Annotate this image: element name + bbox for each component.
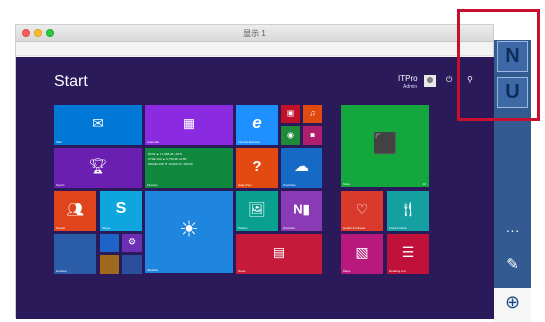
tile-games[interactable]: ◉ bbox=[281, 126, 300, 145]
tile-label: Desktop bbox=[56, 269, 68, 273]
user-name[interactable]: ITPro bbox=[398, 74, 418, 83]
tile-label: Help+Tips bbox=[238, 183, 252, 187]
photo-icon: 🖼︎ bbox=[248, 200, 266, 217]
tile-food[interactable]: 🍴︎ Food & Drink bbox=[387, 191, 429, 231]
tile-calendar[interactable]: ▦ Calendar bbox=[145, 105, 233, 145]
tile-video[interactable]: ▣ bbox=[281, 105, 300, 123]
tile-music[interactable]: ♫ bbox=[303, 105, 322, 123]
screen: 显示 1 Start ITPro Admin ⏻ ⚲ ✉ Mail ▦ Cale… bbox=[0, 0, 545, 322]
finance-line: NIKKEI 225 ▼ 16,060.72 -156.09 bbox=[148, 162, 193, 166]
vm-window: 显示 1 Start ITPro Admin ⏻ ⚲ ✉ Mail ▦ Cale… bbox=[15, 24, 495, 319]
camera-icon: ■ bbox=[310, 130, 315, 140]
tile-help[interactable]: ? Help+Tips bbox=[236, 148, 278, 188]
tile-onedrive[interactable]: ☁ OneDrive bbox=[281, 148, 322, 188]
tile-label: People bbox=[56, 226, 66, 230]
tile-onenote[interactable]: N▮ OneNote bbox=[281, 191, 322, 231]
news-icon: ▤ bbox=[272, 244, 286, 260]
tile-maps[interactable]: ▧ Maps bbox=[341, 234, 383, 274]
tile-label: OneDrive bbox=[283, 183, 296, 187]
tile-small-a[interactable] bbox=[100, 234, 119, 252]
window-title: 显示 1 bbox=[243, 29, 266, 38]
food-icon: 🍴︎ bbox=[399, 200, 417, 217]
finance-line: FTSE 100 ▲ 6,750.28 +8.85 bbox=[148, 157, 187, 161]
zoom-in-icon[interactable]: ⊕ bbox=[494, 292, 531, 313]
tile-people[interactable]: 👥︎ People bbox=[54, 191, 96, 231]
mail-icon: ✉ bbox=[92, 114, 104, 131]
sun-icon: ☀ bbox=[179, 216, 199, 242]
tile-label: Health & Fitness bbox=[343, 226, 366, 230]
avatar[interactable] bbox=[424, 75, 436, 87]
user-role: Admin bbox=[403, 84, 418, 90]
people-icon: 👥︎ bbox=[66, 200, 84, 217]
cloud-icon: ☁ bbox=[294, 158, 309, 176]
help-icon: ? bbox=[252, 157, 262, 175]
tile-health[interactable]: ♡ Health & Fitness bbox=[341, 191, 383, 231]
onenote-icon: N▮ bbox=[293, 201, 310, 217]
tile-label: Finance bbox=[147, 183, 158, 187]
map-icon: ▧ bbox=[355, 243, 369, 260]
tile-skype[interactable]: S Skype bbox=[100, 191, 142, 231]
tile-reading-list[interactable]: ☰ Reading List bbox=[387, 234, 429, 274]
tile-finance[interactable]: DOW ▲ 17,068.26 +40.9 FTSE 100 ▲ 6,750.2… bbox=[145, 148, 233, 188]
tile-label: OneNote bbox=[283, 226, 296, 230]
tile-label: News bbox=[238, 269, 246, 273]
calendar-icon: ▦ bbox=[182, 115, 196, 131]
tile-label: Internet Explorer bbox=[238, 140, 261, 144]
tile-weather[interactable]: ☀ Weather bbox=[145, 191, 233, 273]
reading-list-icon: ☰ bbox=[401, 243, 415, 260]
tile-label: Photos bbox=[238, 226, 248, 230]
trophy-icon: 🏆︎ bbox=[88, 158, 108, 176]
window-toolbar bbox=[16, 42, 493, 56]
tile-small-b[interactable]: ⚙ bbox=[122, 234, 142, 252]
start-heading: Start bbox=[54, 73, 88, 90]
title-bar[interactable]: 显示 1 bbox=[16, 25, 493, 42]
store-icon: ⬛ bbox=[372, 133, 398, 155]
tile-desktop[interactable]: Desktop bbox=[54, 234, 96, 274]
store-badge: 16 bbox=[422, 182, 426, 186]
tile-label: Maps bbox=[343, 269, 351, 273]
tile-store[interactable]: ⬛ Store 16 bbox=[341, 105, 429, 187]
highlight-box bbox=[457, 9, 540, 121]
pen-icon[interactable]: ✎ bbox=[494, 255, 531, 273]
tile-sports[interactable]: 🏆︎ Sports bbox=[54, 148, 142, 188]
start-screen: Start ITPro Admin ⏻ ⚲ ✉ Mail ▦ Calendar … bbox=[16, 57, 495, 319]
tile-label: Weather bbox=[147, 268, 159, 272]
settings-icon: ⚙ bbox=[127, 236, 137, 247]
tile-label: Skype bbox=[102, 226, 111, 230]
finance-line: DOW ▲ 17,068.26 +40.9 bbox=[148, 152, 182, 156]
skype-icon: S bbox=[115, 200, 127, 218]
tile-mail[interactable]: ✉ Mail bbox=[54, 105, 142, 145]
music-icon: ♫ bbox=[309, 108, 316, 118]
games-icon: ◉ bbox=[287, 130, 294, 140]
tile-label: Reading List bbox=[389, 269, 406, 273]
tile-label: Sports bbox=[56, 183, 65, 187]
tile-internet-explorer[interactable]: e Internet Explorer bbox=[236, 105, 278, 145]
tile-small-c[interactable] bbox=[100, 255, 119, 274]
video-icon: ▣ bbox=[286, 108, 295, 118]
tile-label: Calendar bbox=[147, 140, 160, 144]
tile-small-d[interactable] bbox=[122, 255, 142, 274]
internet-explorer-icon: e bbox=[252, 113, 262, 132]
tile-label: Mail bbox=[56, 140, 62, 144]
heart-icon: ♡ bbox=[355, 200, 369, 217]
tile-news[interactable]: ▤ News bbox=[236, 234, 322, 274]
more-icon[interactable]: ··· bbox=[494, 222, 531, 238]
power-icon[interactable]: ⏻ bbox=[446, 75, 452, 85]
tile-photos[interactable]: 🖼︎ Photos bbox=[236, 191, 278, 231]
tile-label: Store bbox=[343, 182, 351, 186]
tile-label: Food & Drink bbox=[389, 226, 407, 230]
tile-camera[interactable]: ■ bbox=[303, 126, 322, 145]
